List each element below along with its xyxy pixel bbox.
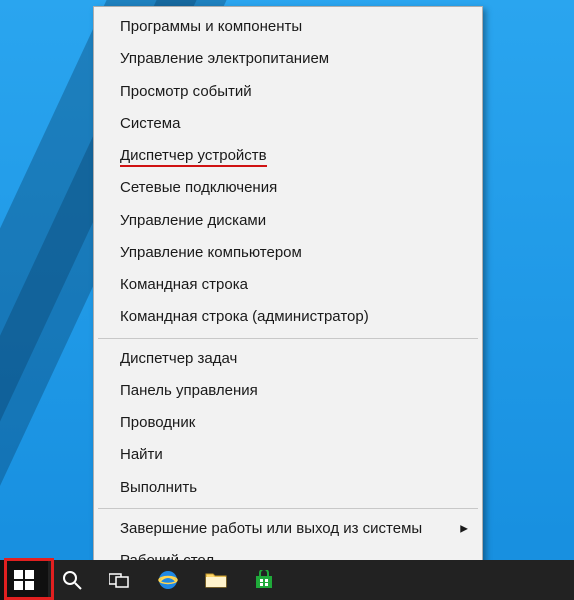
menu-item-label: Управление компьютером: [120, 244, 302, 261]
menu-item-label: Проводник: [120, 414, 195, 431]
ie-icon: [157, 569, 179, 591]
store-icon: [254, 570, 274, 590]
menu-item-control-panel[interactable]: Панель управления: [96, 375, 480, 407]
menu-item-label: Выполнить: [120, 479, 197, 496]
taskbar: [0, 560, 574, 600]
menu-item-label: Завершение работы или выход из системы: [120, 520, 422, 537]
menu-item-network-connections[interactable]: Сетевые подключения: [96, 172, 480, 204]
explorer-button[interactable]: [192, 560, 240, 600]
menu-item-shutdown-signout[interactable]: Завершение работы или выход из системы ▶: [96, 513, 480, 545]
store-button[interactable]: [240, 560, 288, 600]
menu-item-search[interactable]: Найти: [96, 439, 480, 471]
menu-item-label: Управление электропитанием: [120, 50, 329, 67]
folder-icon: [205, 571, 227, 589]
winx-context-menu: Программы и компоненты Управление электр…: [93, 6, 483, 582]
menu-item-event-viewer[interactable]: Просмотр событий: [96, 76, 480, 108]
menu-separator: [98, 508, 478, 509]
windows-icon: [14, 570, 34, 590]
menu-item-label: Командная строка: [120, 276, 248, 293]
menu-item-label: Система: [120, 115, 180, 132]
menu-item-task-manager[interactable]: Диспетчер задач: [96, 343, 480, 375]
menu-item-computer-management[interactable]: Управление компьютером: [96, 237, 480, 269]
menu-item-programs-and-features[interactable]: Программы и компоненты: [96, 11, 480, 43]
menu-item-label: Программы и компоненты: [120, 18, 302, 35]
task-view-icon: [109, 572, 131, 588]
menu-item-label: Управление дисками: [120, 212, 266, 229]
menu-item-command-prompt-admin[interactable]: Командная строка (администратор): [96, 301, 480, 333]
menu-item-label: Панель управления: [120, 382, 258, 399]
menu-item-label: Найти: [120, 446, 163, 463]
menu-item-system[interactable]: Система: [96, 108, 480, 140]
search-icon: [62, 570, 82, 590]
ie-button[interactable]: [144, 560, 192, 600]
submenu-arrow-icon: ▶: [460, 522, 468, 536]
search-button[interactable]: [48, 560, 96, 600]
menu-item-device-manager[interactable]: Диспетчер устройств: [96, 140, 480, 172]
menu-item-label: Сетевые подключения: [120, 179, 277, 196]
menu-item-run[interactable]: Выполнить: [96, 472, 480, 504]
menu-item-label: Просмотр событий: [120, 83, 252, 100]
menu-item-label: Диспетчер устройств: [120, 147, 267, 167]
menu-item-label: Диспетчер задач: [120, 350, 237, 367]
menu-item-label: Командная строка (администратор): [120, 308, 369, 325]
menu-separator: [98, 338, 478, 339]
start-button[interactable]: [0, 560, 48, 600]
task-view-button[interactable]: [96, 560, 144, 600]
menu-item-disk-management[interactable]: Управление дисками: [96, 205, 480, 237]
menu-item-power-options[interactable]: Управление электропитанием: [96, 43, 480, 75]
menu-item-command-prompt[interactable]: Командная строка: [96, 269, 480, 301]
menu-item-file-explorer[interactable]: Проводник: [96, 407, 480, 439]
